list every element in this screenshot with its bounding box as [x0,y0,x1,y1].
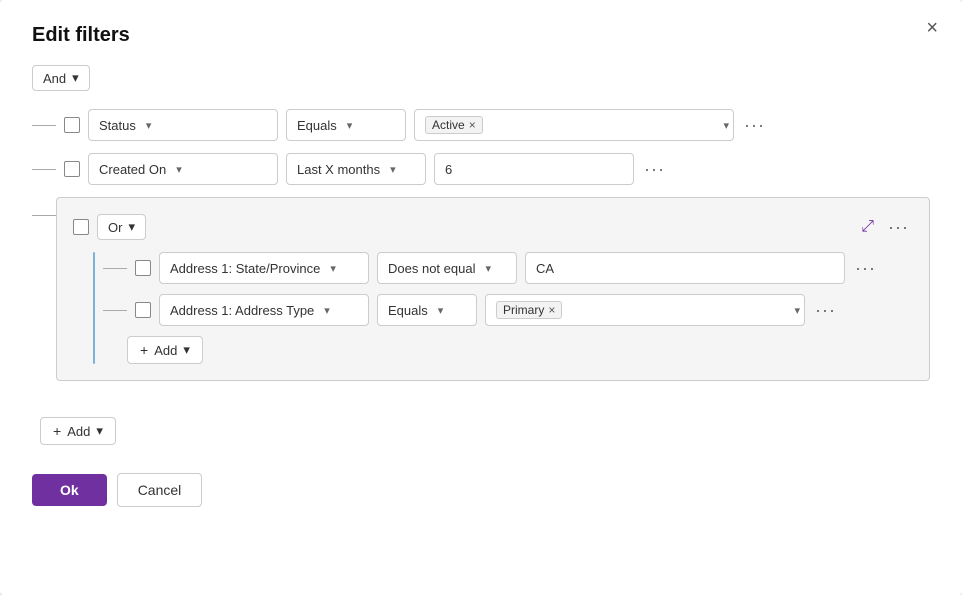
or-row1-op-chevron: ▾ [485,262,491,275]
or-row2-tag-text: Primary [503,303,544,317]
or-add-chevron: ▾ [183,342,190,358]
or-rows: Address 1: State/Province ▾ Does not equ… [103,252,913,364]
row2-op-select[interactable]: Last X months ▾ [286,153,426,185]
or-row1-field-select[interactable]: Address 1: State/Province ▾ [159,252,369,284]
and-group-chevron: ▾ [72,70,79,86]
main-add-plus: + [53,423,61,439]
or-row1-more-button[interactable]: ··· [851,258,880,279]
filter-row-status: Status ▾ Equals ▾ Active × ▾ ··· [32,109,930,141]
row1-tag: Active × [425,116,483,134]
or-row2-tag-remove[interactable]: × [548,303,555,317]
or-group-header-left: Or ▾ [73,214,146,240]
row2-field-label: Created On [99,162,166,177]
row1-more-button[interactable]: ··· [740,115,769,136]
row1-checkbox[interactable] [64,117,80,133]
or-group: Or ▾ ⤢ ··· [56,197,930,381]
or-rows-container: Address 1: State/Province ▾ Does not equ… [73,252,913,364]
row1-op-chevron: ▾ [347,119,353,132]
cancel-button[interactable]: Cancel [117,473,203,507]
row2-op-chevron: ▾ [390,163,396,176]
or-row2-more-button[interactable]: ··· [811,300,840,321]
or-row1-field-label: Address 1: State/Province [170,261,320,276]
footer-buttons: Ok Cancel [32,473,930,507]
row2-field-select[interactable]: Created On ▾ [88,153,278,185]
modal-title: Edit filters [32,24,930,47]
row2-value: 6 [445,162,452,177]
or-row2-tag-inner: Primary × [496,301,788,319]
or-add-button[interactable]: + Add ▾ [127,336,203,364]
edit-filters-modal: Edit filters × And ▾ Status ▾ Equals ▾ A… [0,0,962,595]
or-label-text: Or [108,220,122,235]
or-row2-tag: Primary × [496,301,562,319]
or-row2-op-chevron: ▾ [438,304,444,317]
connector-line-2 [32,169,56,170]
or-row2-op-select[interactable]: Equals ▾ [377,294,477,326]
row2-value-field[interactable]: 6 [434,153,634,185]
row1-tag-remove[interactable]: × [469,118,476,132]
or-row2-value-chevron: ▾ [794,304,800,317]
row1-op-select[interactable]: Equals ▾ [286,109,406,141]
or-label-button[interactable]: Or ▾ [97,214,146,240]
or-row1-op-select[interactable]: Does not equal ▾ [377,252,517,284]
or-connector-line-1 [103,268,127,269]
ok-button[interactable]: Ok [32,474,107,506]
or-filter-row-addrtype: Address 1: Address Type ▾ Equals ▾ [103,294,913,326]
or-row2-field-label: Address 1: Address Type [170,303,314,318]
or-group-more-button[interactable]: ··· [884,217,913,238]
or-group-checkbox[interactable] [73,219,89,235]
row1-value-field[interactable]: Active × ▾ [414,109,734,141]
or-vertical-line [93,252,95,364]
or-row1-value-field[interactable]: CA [525,252,845,284]
main-add-button[interactable]: + Add ▾ [40,417,116,445]
or-add-label: Add [154,343,177,358]
and-group-label-text: And [43,71,66,86]
or-connector-line-2 [103,310,127,311]
or-row1-value: CA [536,261,554,276]
or-group-header-right: ⤢ ··· [859,217,913,238]
or-filter-row-state: Address 1: State/Province ▾ Does not equ… [103,252,913,284]
connector-line-1 [32,125,56,126]
or-group-expand-button[interactable]: ⤢ [859,218,876,236]
main-add-chevron: ▾ [96,423,103,439]
connector-line-or [32,215,56,216]
or-row2-op-label: Equals [388,303,428,318]
row2-checkbox[interactable] [64,161,80,177]
close-button[interactable]: × [926,18,938,38]
row1-tag-inner: Active × [425,116,717,134]
row1-op-label: Equals [297,118,337,133]
row1-field-chevron: ▾ [146,119,152,132]
or-row1-field-chevron: ▾ [330,262,336,275]
filter-row-createdon: Created On ▾ Last X months ▾ 6 ··· [32,153,930,185]
row1-tag-text: Active [432,118,465,132]
row1-field-select[interactable]: Status ▾ [88,109,278,141]
or-row2-field-select[interactable]: Address 1: Address Type ▾ [159,294,369,326]
or-label-chevron: ▾ [128,219,135,235]
or-group-header: Or ▾ ⤢ ··· [73,214,913,240]
row1-value-chevron: ▾ [723,119,729,132]
row2-op-label: Last X months [297,162,380,177]
or-row1-checkbox[interactable] [135,260,151,276]
and-group-button[interactable]: And ▾ [32,65,90,91]
or-row2-value-field[interactable]: Primary × ▾ [485,294,805,326]
or-add-plus: + [140,342,148,358]
or-row2-field-chevron: ▾ [324,304,330,317]
row1-field-label: Status [99,118,136,133]
or-row2-checkbox[interactable] [135,302,151,318]
row2-more-button[interactable]: ··· [640,159,669,180]
row2-field-chevron: ▾ [176,163,182,176]
main-add-label: Add [67,424,90,439]
or-row1-op-label: Does not equal [388,261,475,276]
